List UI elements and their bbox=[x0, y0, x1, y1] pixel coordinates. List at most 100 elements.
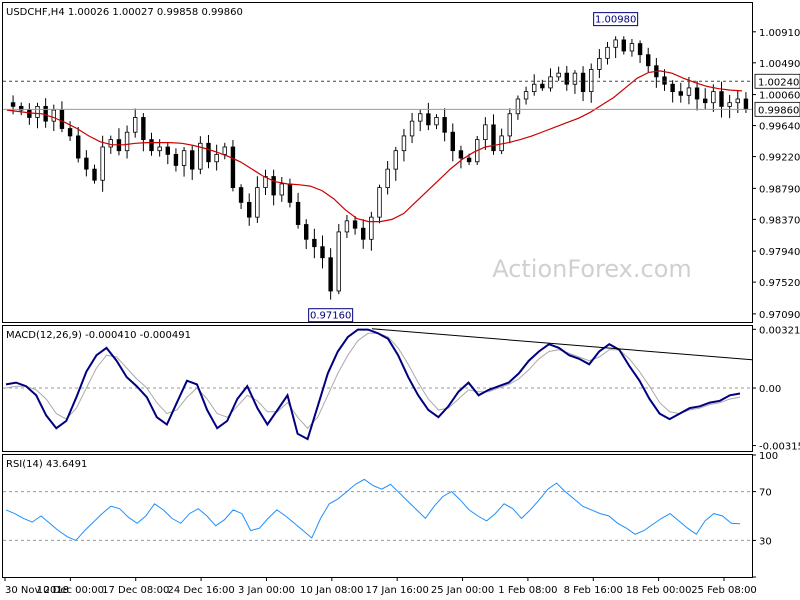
usdchf-chart: ActionForex.com 1.002400.99860 1.009101.… bbox=[2, 2, 800, 596]
extreme-value-label: 0.97160 bbox=[310, 311, 351, 322]
candle bbox=[580, 72, 586, 93]
y-tick-label: 0.98790 bbox=[759, 184, 800, 195]
candle bbox=[377, 187, 382, 218]
candle bbox=[426, 113, 431, 126]
macd-y-axis: 0.0032190.00-0.003153 bbox=[752, 325, 800, 453]
candle bbox=[572, 72, 578, 85]
candle bbox=[271, 176, 276, 196]
y-tick-label: 0.97940 bbox=[759, 247, 800, 258]
candle bbox=[507, 113, 512, 137]
candle bbox=[255, 187, 260, 218]
candle bbox=[181, 150, 187, 166]
candle bbox=[621, 39, 626, 52]
candle bbox=[76, 135, 81, 159]
candle bbox=[556, 72, 561, 78]
candle bbox=[108, 139, 113, 148]
candle bbox=[589, 69, 594, 93]
rsi-panel-label: RSI(14) 43.6491 bbox=[6, 459, 87, 470]
x-tick-label: 25 Jan 00:00 bbox=[431, 585, 494, 596]
x-tick-label: 25 Feb 08:00 bbox=[691, 585, 757, 596]
y-tick-label: 30 bbox=[759, 536, 772, 547]
candle bbox=[694, 87, 700, 100]
candle bbox=[92, 168, 97, 181]
candle bbox=[686, 87, 692, 96]
rsi-y-axis: 100 70 30 bbox=[752, 451, 778, 578]
candle bbox=[10, 102, 16, 107]
extreme-value-label: 1.00980 bbox=[595, 15, 636, 26]
candle bbox=[165, 146, 170, 155]
candle bbox=[35, 105, 40, 118]
candle bbox=[401, 135, 407, 152]
candle bbox=[361, 227, 366, 240]
candle bbox=[629, 43, 635, 52]
x-axis: 30 Nov 201810 Dec 00:0017 Dec 08:0024 De… bbox=[4, 577, 757, 596]
x-tick-label: 8 Feb 16:00 bbox=[564, 585, 623, 596]
y-tick-label: 0.99220 bbox=[759, 153, 800, 164]
candle bbox=[84, 157, 89, 170]
candle bbox=[51, 109, 56, 122]
candle bbox=[515, 98, 521, 115]
candle bbox=[711, 91, 716, 104]
candle bbox=[304, 224, 309, 240]
x-tick-label: 10 Dec 00:00 bbox=[37, 585, 104, 596]
candle bbox=[466, 157, 472, 163]
candle bbox=[328, 257, 333, 292]
candle bbox=[100, 146, 105, 181]
candle bbox=[662, 76, 667, 85]
x-tick-label: 3 Jan 00:00 bbox=[238, 585, 295, 596]
candle bbox=[344, 220, 350, 233]
candle bbox=[523, 91, 529, 100]
candle bbox=[190, 150, 195, 170]
candle bbox=[336, 231, 341, 292]
macd-panel-label: MACD(12,26,9) -0.000410 -0.000491 bbox=[6, 330, 191, 341]
candle bbox=[385, 168, 390, 189]
rsi-panel bbox=[2, 454, 753, 578]
candle bbox=[279, 183, 284, 196]
candle bbox=[149, 139, 154, 152]
candle bbox=[369, 216, 374, 240]
candle bbox=[483, 124, 488, 141]
candle bbox=[548, 76, 553, 89]
x-tick-label: 17 Dec 08:00 bbox=[102, 585, 169, 596]
level-value-label: 0.99860 bbox=[758, 105, 799, 116]
candle bbox=[597, 57, 602, 70]
x-tick-label: 18 Feb 00:00 bbox=[626, 585, 692, 596]
candle bbox=[67, 128, 73, 137]
candle bbox=[352, 220, 358, 229]
x-tick-label: 10 Jan 08:00 bbox=[300, 585, 363, 596]
candle bbox=[214, 153, 219, 163]
candle bbox=[564, 72, 569, 85]
watermark: ActionForex.com bbox=[492, 255, 692, 283]
candle bbox=[222, 146, 227, 155]
candle bbox=[735, 98, 740, 104]
y-tick-label: 1.00060 bbox=[759, 91, 800, 102]
candle bbox=[442, 117, 447, 133]
y-tick-label: 100 bbox=[759, 451, 778, 462]
candle bbox=[719, 91, 724, 107]
candle bbox=[637, 43, 643, 56]
candle bbox=[133, 117, 138, 133]
y-tick-label: 1.00490 bbox=[759, 59, 800, 70]
candle bbox=[613, 39, 618, 48]
candle bbox=[206, 142, 211, 163]
candle bbox=[670, 83, 675, 93]
y-tick-label: 70 bbox=[759, 488, 772, 499]
candle bbox=[491, 124, 496, 152]
y-tick-label: 0.00 bbox=[759, 384, 781, 395]
x-tick-label: 1 Feb 08:00 bbox=[498, 585, 557, 596]
y-tick-label: 1.00910 bbox=[759, 28, 800, 39]
candle bbox=[43, 105, 48, 122]
candle bbox=[230, 146, 236, 189]
candle bbox=[27, 109, 32, 118]
candle bbox=[450, 131, 455, 152]
candle bbox=[646, 54, 651, 67]
candle bbox=[124, 131, 130, 152]
y-tick-label: 0.98370 bbox=[759, 215, 800, 226]
candle bbox=[157, 146, 162, 152]
candle bbox=[247, 201, 252, 218]
candle bbox=[320, 246, 325, 259]
candle bbox=[238, 187, 244, 203]
price-y-axis: 1.00910 1.00490 1.00060 0.99640 0.99220 0.987… bbox=[752, 28, 800, 321]
candle bbox=[295, 201, 301, 225]
candle bbox=[458, 150, 464, 159]
